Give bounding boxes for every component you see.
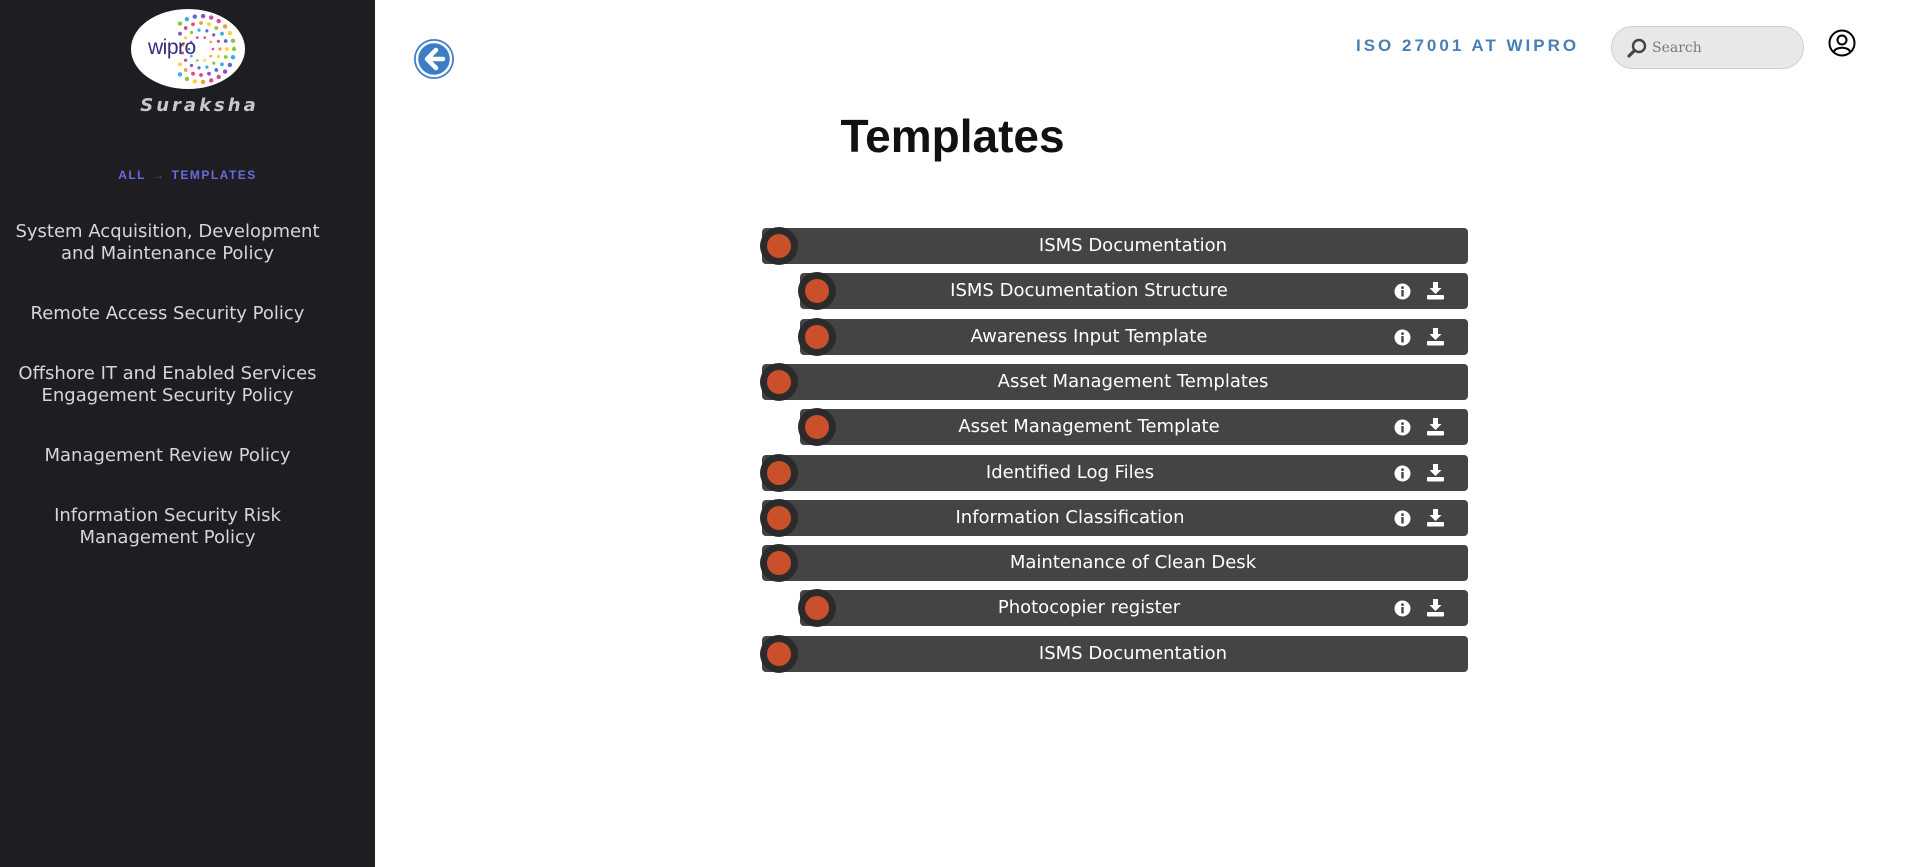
search-icon [1627, 38, 1647, 58]
template-row-label: ISMS Documentation [1038, 643, 1228, 664]
template-row-label: Identified Log Files [985, 462, 1155, 483]
bullet-icon [760, 635, 798, 673]
bullet-icon [760, 454, 798, 492]
template-row[interactable]: ISMS Documentation Structure [798, 272, 1468, 310]
template-row-label: Maintenance of Clean Desk [1009, 552, 1257, 573]
template-row-label: Asset Management Template [958, 416, 1220, 437]
template-row[interactable]: Asset Management Template [798, 408, 1468, 446]
breadcrumb: ALL → TEMPLATES [0, 168, 375, 182]
page-title: Templates [0, 109, 1909, 163]
user-icon[interactable] [1828, 29, 1856, 57]
search-bar[interactable] [1611, 26, 1804, 69]
bullet-icon [798, 318, 836, 356]
info-icon[interactable] [1394, 465, 1411, 482]
page-title-text: Templates [840, 110, 1065, 162]
info-icon[interactable] [1394, 600, 1411, 617]
download-icon[interactable] [1426, 327, 1445, 346]
download-icon[interactable] [1426, 598, 1445, 617]
download-icon[interactable] [1426, 281, 1445, 300]
template-row[interactable]: Awareness Input Template [798, 318, 1468, 356]
info-icon[interactable] [1394, 510, 1411, 527]
info-icon[interactable] [1394, 329, 1411, 346]
sidebar-item-system-acquisition[interactable]: System Acquisition, Development and Main… [0, 221, 335, 265]
template-row-label: Photocopier register [997, 597, 1181, 618]
wipro-logo[interactable]: wipro [131, 9, 245, 89]
bullet-icon [798, 589, 836, 627]
search-input[interactable] [1652, 35, 1792, 61]
back-button[interactable] [414, 39, 454, 79]
download-icon[interactable] [1426, 508, 1445, 527]
bullet-icon [760, 544, 798, 582]
breadcrumb-separator: → [152, 168, 166, 182]
bullet-icon [798, 408, 836, 446]
template-row-label: Awareness Input Template [970, 326, 1208, 347]
sidebar-item-management-review[interactable]: Management Review Policy [0, 445, 335, 467]
template-row[interactable]: Identified Log Files [760, 454, 1468, 492]
sidebar-item-remote-access[interactable]: Remote Access Security Policy [0, 303, 335, 325]
logo-badge: wipro [131, 9, 245, 89]
template-row[interactable]: Photocopier register [798, 589, 1468, 627]
bullet-icon [760, 499, 798, 537]
template-row[interactable]: Asset Management Templates [760, 363, 1468, 401]
info-icon[interactable] [1394, 283, 1411, 300]
breadcrumb-templates[interactable]: TEMPLATES [172, 168, 257, 182]
template-row-label: Asset Management Templates [997, 371, 1269, 392]
arrow-left-circle-icon [415, 40, 453, 78]
template-row[interactable]: ISMS Documentation [760, 635, 1468, 673]
breadcrumb-all[interactable]: ALL [118, 168, 146, 182]
template-row[interactable]: ISMS Documentation [760, 227, 1468, 265]
site-title: ISO 27001 AT WIPRO [1356, 36, 1580, 55]
template-row-label: ISMS Documentation Structure [950, 280, 1228, 301]
download-icon[interactable] [1426, 463, 1445, 482]
sidebar-nav: System Acquisition, Development and Main… [0, 221, 335, 587]
template-row[interactable]: Information Classification [760, 499, 1468, 537]
download-icon[interactable] [1426, 417, 1445, 436]
bullet-icon [798, 272, 836, 310]
template-row-label: ISMS Documentation [1038, 235, 1228, 256]
template-row[interactable]: Maintenance of Clean Desk [760, 544, 1468, 582]
info-icon[interactable] [1394, 419, 1411, 436]
bullet-icon [760, 227, 798, 265]
logo-text: wipro [148, 36, 196, 59]
sidebar-item-risk-management[interactable]: Information Security Risk Management Pol… [0, 505, 335, 549]
bullet-icon [760, 363, 798, 401]
template-row-label: Information Classification [955, 507, 1185, 528]
sidebar-item-offshore-it[interactable]: Offshore IT and Enabled Services Engagem… [0, 363, 335, 407]
